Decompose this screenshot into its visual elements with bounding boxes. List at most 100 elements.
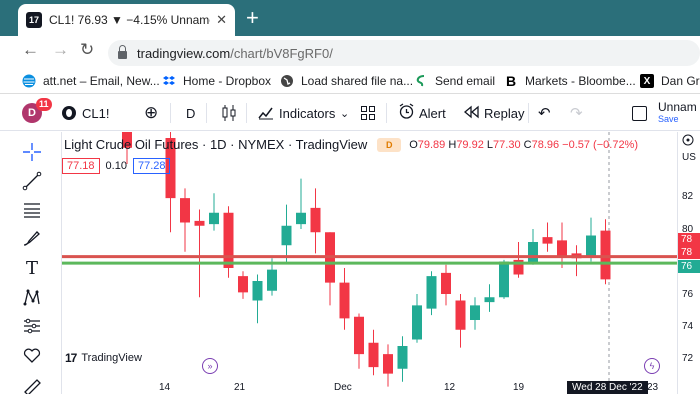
compare-symbol-icon[interactable]: ⊕ bbox=[144, 95, 158, 131]
candle-body bbox=[252, 281, 263, 301]
chart-pane[interactable]: Light Crude Oil Futures · 1D · NYMEX · T… bbox=[62, 132, 677, 394]
candle-body bbox=[470, 305, 480, 320]
candle-body bbox=[368, 342, 379, 368]
toolbar-divider bbox=[170, 103, 171, 123]
bookmark-label: att.net – Email, New... bbox=[43, 74, 160, 88]
layout-name-button[interactable]: Unnam Save bbox=[658, 95, 697, 131]
sell-price-button[interactable]: 77.18 bbox=[62, 158, 100, 174]
heart-icon[interactable] bbox=[20, 343, 44, 367]
time-axis-label: 14 bbox=[159, 382, 171, 393]
price-label: 82 bbox=[682, 191, 694, 202]
url-input[interactable]: tradingview.com /chart/bV8FgRF0/ bbox=[108, 40, 700, 66]
tab-close-icon[interactable]: ✕ bbox=[216, 12, 227, 28]
crosshair-icon[interactable] bbox=[20, 140, 44, 164]
price-label: 76 bbox=[682, 289, 694, 300]
crosshair-date-label: Wed 28 Dec '22 bbox=[567, 381, 648, 394]
alert-button[interactable]: Alert bbox=[398, 95, 446, 131]
candle-body bbox=[339, 282, 350, 319]
bookmark-dropbox[interactable]: Home - Dropbox bbox=[162, 71, 271, 91]
browser-tab-strip: 17 CL1! 76.93 ▼ −4.15% Unnamed ✕ + bbox=[0, 0, 700, 36]
candle bbox=[426, 271, 437, 316]
replay-button[interactable]: Replay bbox=[463, 95, 524, 131]
user-menu-button[interactable]: D 11 bbox=[22, 95, 52, 131]
layout-grid-icon[interactable] bbox=[360, 95, 376, 131]
candle bbox=[441, 264, 451, 306]
alert-label: Alert bbox=[419, 105, 446, 121]
watermark-text: TradingView bbox=[81, 352, 142, 364]
toolbar-divider bbox=[528, 103, 529, 123]
undo-icon[interactable]: ↶ bbox=[538, 95, 551, 131]
candle-body bbox=[528, 242, 538, 264]
layout-checkbox-icon[interactable] bbox=[632, 95, 647, 131]
alarm-clock-icon bbox=[398, 103, 415, 123]
open-label: O bbox=[409, 138, 418, 151]
candles-chart-type-icon[interactable] bbox=[221, 95, 237, 131]
candle-body bbox=[310, 207, 321, 233]
redo-icon[interactable]: ↷ bbox=[570, 95, 583, 131]
ruler-icon[interactable] bbox=[20, 375, 44, 394]
bookmark-dan[interactable]: X Dan Gr bbox=[640, 71, 700, 91]
symbol-search-button[interactable]: CL1! bbox=[62, 95, 109, 131]
candle-body bbox=[267, 269, 277, 291]
candle bbox=[470, 297, 480, 330]
candle bbox=[180, 188, 190, 252]
trend-line-icon[interactable] bbox=[20, 169, 44, 193]
close-value: 78.96 bbox=[531, 138, 560, 151]
back-arrow-icon[interactable]: ← bbox=[22, 40, 39, 60]
forward-arrow-icon[interactable]: → bbox=[52, 40, 69, 60]
candle-body bbox=[296, 212, 306, 225]
economic-event-icon[interactable]: » bbox=[202, 358, 218, 374]
interval-label: D bbox=[186, 105, 196, 121]
text-tool-icon[interactable]: T bbox=[20, 256, 44, 280]
brush-icon[interactable] bbox=[20, 227, 44, 251]
price-scale[interactable]: US 82 80 78 78 76 76 74 72 bbox=[677, 132, 700, 394]
bookmark-label: Load shared file na... bbox=[301, 74, 414, 88]
price-tag-red: 78 bbox=[678, 233, 700, 246]
layout-name: Unnam bbox=[658, 100, 697, 114]
fib-retracement-icon[interactable] bbox=[20, 198, 44, 222]
candle-body bbox=[238, 276, 248, 293]
candle bbox=[542, 222, 553, 252]
buy-price-button[interactable]: 77.28 bbox=[132, 158, 171, 174]
candle bbox=[528, 229, 538, 265]
interval-button[interactable]: D bbox=[186, 95, 195, 131]
candle-body bbox=[209, 212, 219, 225]
bookmark-load-shared-file[interactable]: Load shared file na... bbox=[280, 71, 413, 91]
settings-icon[interactable] bbox=[682, 134, 694, 148]
replay-icon bbox=[463, 105, 479, 122]
tab-title: CL1! 76.93 ▼ −4.15% Unnamed bbox=[49, 13, 211, 27]
screen: 17 CL1! 76.93 ▼ −4.15% Unnamed ✕ + ← → ↻… bbox=[0, 0, 700, 394]
candle bbox=[412, 294, 422, 343]
bookmark-att[interactable]: att.net – Email, New... bbox=[22, 71, 160, 91]
patterns-icon[interactable] bbox=[20, 285, 44, 309]
candle bbox=[571, 245, 582, 277]
bookmarks-bar: att.net – Email, New... Home - Dropbox L… bbox=[0, 68, 700, 94]
candle-body bbox=[441, 272, 451, 294]
economic-event-icon[interactable]: ϟ bbox=[644, 358, 660, 374]
time-axis-label: Dec bbox=[334, 382, 352, 393]
candle bbox=[325, 232, 335, 306]
candle-body bbox=[397, 346, 408, 369]
indicators-button[interactable]: Indicators bbox=[258, 95, 335, 131]
low-value: 77.30 bbox=[493, 138, 521, 151]
candle bbox=[586, 217, 596, 262]
new-tab-icon[interactable]: + bbox=[246, 6, 259, 30]
bookmark-label: Send email bbox=[435, 74, 496, 88]
forecasting-tools-icon[interactable] bbox=[20, 314, 44, 338]
indicators-dropdown-chevron-icon[interactable]: ⌄ bbox=[340, 95, 349, 131]
open-value: 79.89 bbox=[417, 138, 446, 151]
candle bbox=[354, 313, 364, 369]
notification-badge: 11 bbox=[36, 98, 52, 111]
reload-icon[interactable]: ↻ bbox=[80, 40, 94, 60]
bookmark-bloomberg[interactable]: B Markets - Bloombe... bbox=[504, 71, 636, 91]
candle bbox=[499, 259, 509, 299]
drawing-toolbar: T bbox=[0, 132, 62, 394]
bookmark-send-email[interactable]: Send email bbox=[414, 71, 495, 91]
candle-body bbox=[600, 230, 611, 280]
candle-body bbox=[412, 305, 422, 340]
toolbar-divider bbox=[386, 103, 387, 123]
browser-tab[interactable]: 17 CL1! 76.93 ▼ −4.15% Unnamed ✕ bbox=[18, 4, 235, 36]
time-axis-label: 21 bbox=[234, 382, 246, 393]
save-label: Save bbox=[658, 114, 679, 124]
indicators-label: Indicators bbox=[279, 105, 336, 121]
